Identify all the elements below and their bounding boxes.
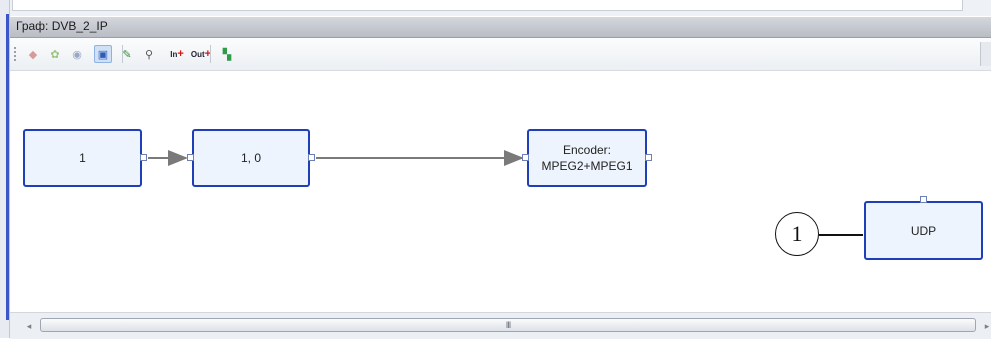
- top-strip: [0, 0, 991, 16]
- brush-icon[interactable]: ✎: [118, 45, 136, 63]
- node-label: UDP: [910, 223, 937, 238]
- layout-icon[interactable]: ▚: [218, 45, 236, 63]
- select-icon[interactable]: ▣: [94, 45, 112, 63]
- graph-title: Граф: DVB_2_IP: [16, 19, 108, 33]
- node-udp[interactable]: UDP: [864, 201, 983, 260]
- connect-icon[interactable]: ⚲: [140, 45, 158, 63]
- toolbar-separator: [122, 45, 123, 63]
- node-encoder-output-port[interactable]: [645, 154, 652, 161]
- add-input-icon[interactable]: In +: [168, 45, 186, 63]
- scroll-right-arrow-icon[interactable]: ▸: [980, 319, 991, 333]
- scroll-left-arrow-icon[interactable]: ◂: [22, 319, 36, 333]
- node-label: 1: [79, 151, 86, 165]
- graph-toolbar: ◆ ✿ ◉ ▣ ✎ ⚲ In + Out + ▚: [10, 38, 991, 71]
- node-udp-input-port[interactable]: [920, 196, 927, 203]
- left-rail-bar: [6, 14, 9, 320]
- left-rail: [0, 0, 10, 338]
- node-encoder[interactable]: Encoder: MPEG2+MPEG1: [527, 129, 647, 187]
- shield-icon[interactable]: ◉: [68, 45, 86, 63]
- node-2[interactable]: 1, 0: [192, 129, 310, 187]
- horizontal-scrollbar[interactable]: ◂ III ▸: [10, 312, 991, 339]
- node-1[interactable]: 1: [23, 129, 142, 187]
- scroll-thumb-grip[interactable]: III: [506, 320, 511, 330]
- node-label: 1, 0: [240, 151, 261, 165]
- scroll-track[interactable]: III: [40, 318, 976, 332]
- node-encoder-input-port[interactable]: [522, 154, 529, 161]
- toolbar-overflow[interactable]: [980, 42, 991, 66]
- toolbar-grip[interactable]: [14, 47, 18, 61]
- gear-icon[interactable]: ✿: [46, 45, 64, 63]
- callout-leader-line: [819, 234, 863, 236]
- top-panel-edge: [12, 0, 963, 11]
- graph-edges: [148, 150, 524, 166]
- add-output-icon[interactable]: Out +: [191, 45, 211, 63]
- callout-marker: 1: [775, 212, 819, 256]
- node-2-input-port[interactable]: [187, 154, 194, 161]
- node-1-output-port[interactable]: [140, 154, 147, 161]
- callout-number: 1: [791, 221, 803, 246]
- graph-title-bar: Граф: DVB_2_IP: [10, 17, 991, 38]
- node-label: Encoder: MPEG2+MPEG1: [541, 143, 633, 173]
- diamond-icon[interactable]: ◆: [24, 45, 42, 63]
- node-2-output-port[interactable]: [308, 154, 315, 161]
- graph-canvas[interactable]: 1 1, 0 Encoder: MPEG2+MPEG1 UDP 1: [10, 71, 991, 311]
- toolbar-separator: [210, 45, 211, 63]
